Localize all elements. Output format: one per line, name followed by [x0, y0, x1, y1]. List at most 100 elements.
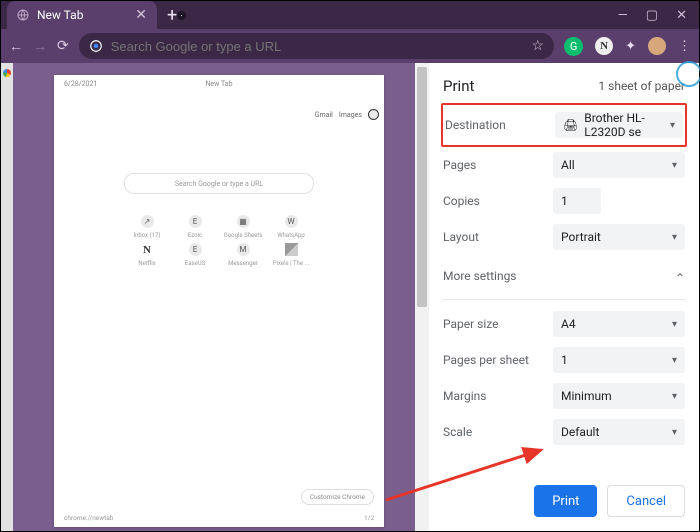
bookmarks-bar [1, 63, 13, 531]
shortcut-label: Google Sheets [224, 232, 263, 239]
bookmark-star-icon[interactable]: ☆ [532, 38, 545, 54]
papersize-value: A4 [561, 317, 576, 331]
chrome-menu-icon[interactable]: ⋮ [678, 39, 691, 54]
scale-label: Scale [443, 425, 553, 439]
preview-avatar-icon [368, 109, 379, 120]
pps-select[interactable]: 1 ▾ [553, 347, 685, 373]
tab-title: New Tab [37, 8, 83, 22]
layout-select[interactable]: Portrait ▾ [553, 224, 685, 250]
destination-label: Destination [445, 118, 555, 132]
chevron-down-icon: ▾ [672, 232, 677, 243]
papersize-label: Paper size [443, 317, 553, 331]
preview-footer-url: chrome://newtab [64, 514, 113, 522]
shortcut-icon: N [141, 243, 154, 256]
forward-button: → [33, 38, 47, 55]
pps-label: Pages per sheet [443, 353, 553, 367]
copies-label: Copies [443, 194, 553, 208]
print-title: Print [443, 77, 474, 95]
destination-select[interactable]: 🖨 Brother HL-L2320D se ▾ [555, 112, 683, 138]
print-preview-pane: 6/28/2021 New Tab Gmail Images Search Go… [1, 63, 415, 531]
preview-shortcut: E Ezoic [173, 215, 217, 239]
back-button[interactable]: ← [9, 38, 23, 55]
preview-header-title: New Tab [54, 80, 384, 88]
recording-indicator-icon [177, 11, 186, 20]
preview-shortcut: W WhatsApp [269, 215, 313, 239]
window-controls: — ▢ ✕ [618, 1, 699, 29]
destination-value: Brother HL-L2320D se [584, 111, 670, 139]
google-icon [89, 39, 103, 53]
preview-page[interactable]: 6/28/2021 New Tab Gmail Images Search Go… [54, 75, 384, 527]
shortcut-icon: ▦ [237, 215, 250, 228]
layout-value: Portrait [561, 230, 601, 244]
reload-button[interactable]: ⟳ [57, 38, 69, 54]
more-settings-toggle[interactable]: More settings ⌃ [443, 255, 685, 297]
chevron-down-icon: ▾ [672, 355, 677, 366]
extensions-menu-icon[interactable]: ✦ [625, 39, 636, 54]
papersize-select[interactable]: A4 ▾ [553, 311, 685, 337]
preview-shortcut: Pixels | The ... [269, 243, 313, 267]
chevron-down-icon: ▾ [672, 427, 677, 438]
pages-select[interactable]: All ▾ [553, 152, 685, 178]
extension-notion-icon[interactable]: N [595, 37, 613, 55]
window-close-button[interactable]: ✕ [676, 8, 687, 23]
browser-tab[interactable]: New Tab ✕ [7, 1, 157, 29]
shortcut-label: Netflix [138, 260, 155, 267]
dialog-scrollbar[interactable] [415, 63, 429, 531]
shortcut-label: Messenger [228, 260, 258, 267]
shortcut-label: WhatsApp [277, 232, 305, 239]
minimize-button[interactable]: — [618, 8, 628, 23]
scrollbar-thumb[interactable] [417, 67, 427, 307]
shortcut-icon: W [285, 215, 298, 228]
google-favicon-icon [3, 69, 11, 77]
pages-label: Pages [443, 158, 553, 172]
shortcut-icon: ↗ [141, 215, 154, 228]
chevron-down-icon: ▾ [672, 391, 677, 402]
more-settings-label: More settings [443, 269, 517, 283]
shortcut-icon: M [237, 243, 250, 256]
printer-icon: 🖨 [563, 118, 578, 132]
preview-shortcuts-grid: ↗ Inbox (17) E Ezoic ▦ Google Sheets W WhatsApp… [125, 215, 313, 267]
shortcut-label: Inbox (17) [133, 232, 160, 239]
window-titlebar: New Tab ✕ + — ▢ ✕ [1, 1, 699, 29]
shortcut-icon: E [189, 215, 202, 228]
chevron-down-icon: ▾ [672, 160, 677, 171]
maximize-button[interactable]: ▢ [646, 8, 658, 23]
divider [443, 299, 685, 300]
preview-shortcut: ↗ Inbox (17) [125, 215, 169, 239]
sheet-count: 1 sheet of paper [598, 79, 685, 93]
margins-value: Minimum [561, 389, 612, 403]
globe-icon [17, 9, 29, 21]
copies-input[interactable]: 1 [553, 188, 601, 214]
print-button[interactable]: Print [534, 485, 597, 517]
preview-images-link: Images [339, 111, 362, 119]
new-tab-button[interactable]: + [167, 5, 177, 26]
copies-value: 1 [561, 194, 568, 208]
address-input[interactable] [111, 39, 524, 54]
scale-select[interactable]: Default ▾ [553, 419, 685, 445]
profile-avatar[interactable] [648, 37, 666, 55]
shortcut-label: Pixels | The ... [273, 260, 310, 267]
cancel-button[interactable]: Cancel [607, 485, 685, 517]
extension-grammarly-icon[interactable]: G [564, 37, 583, 56]
shortcut-icon [285, 243, 298, 256]
extensions-area: G N ✦ ⋮ [564, 37, 691, 56]
chevron-down-icon: ▾ [672, 319, 677, 330]
tab-close-icon[interactable]: ✕ [135, 8, 147, 22]
print-dialog: Print 1 sheet of paper Destination 🖨 Bro… [415, 63, 699, 531]
pps-value: 1 [561, 353, 568, 367]
preview-search-box: Search Google or type a URL [124, 173, 314, 194]
content-area: 6/28/2021 New Tab Gmail Images Search Go… [1, 63, 699, 531]
margins-label: Margins [443, 389, 553, 403]
preview-shortcut: EEaseUS [173, 243, 217, 267]
margins-select[interactable]: Minimum ▾ [553, 383, 685, 409]
dialog-footer: Print Cancel [429, 473, 699, 531]
destination-highlight: Destination 🖨 Brother HL-L2320D se ▾ [441, 103, 687, 147]
scale-value: Default [561, 425, 599, 439]
preview-frame: 6/28/2021 New Tab Gmail Images Search Go… [54, 75, 384, 527]
shortcut-label: Ezoic [188, 232, 202, 239]
chevron-up-icon: ⌃ [675, 271, 685, 285]
address-bar[interactable]: ☆ [79, 33, 554, 59]
chevron-down-icon: ▾ [670, 120, 675, 131]
preview-customize-chip: Customize Chrome [301, 489, 374, 505]
preview-shortcut: ▦ Google Sheets [221, 215, 265, 239]
